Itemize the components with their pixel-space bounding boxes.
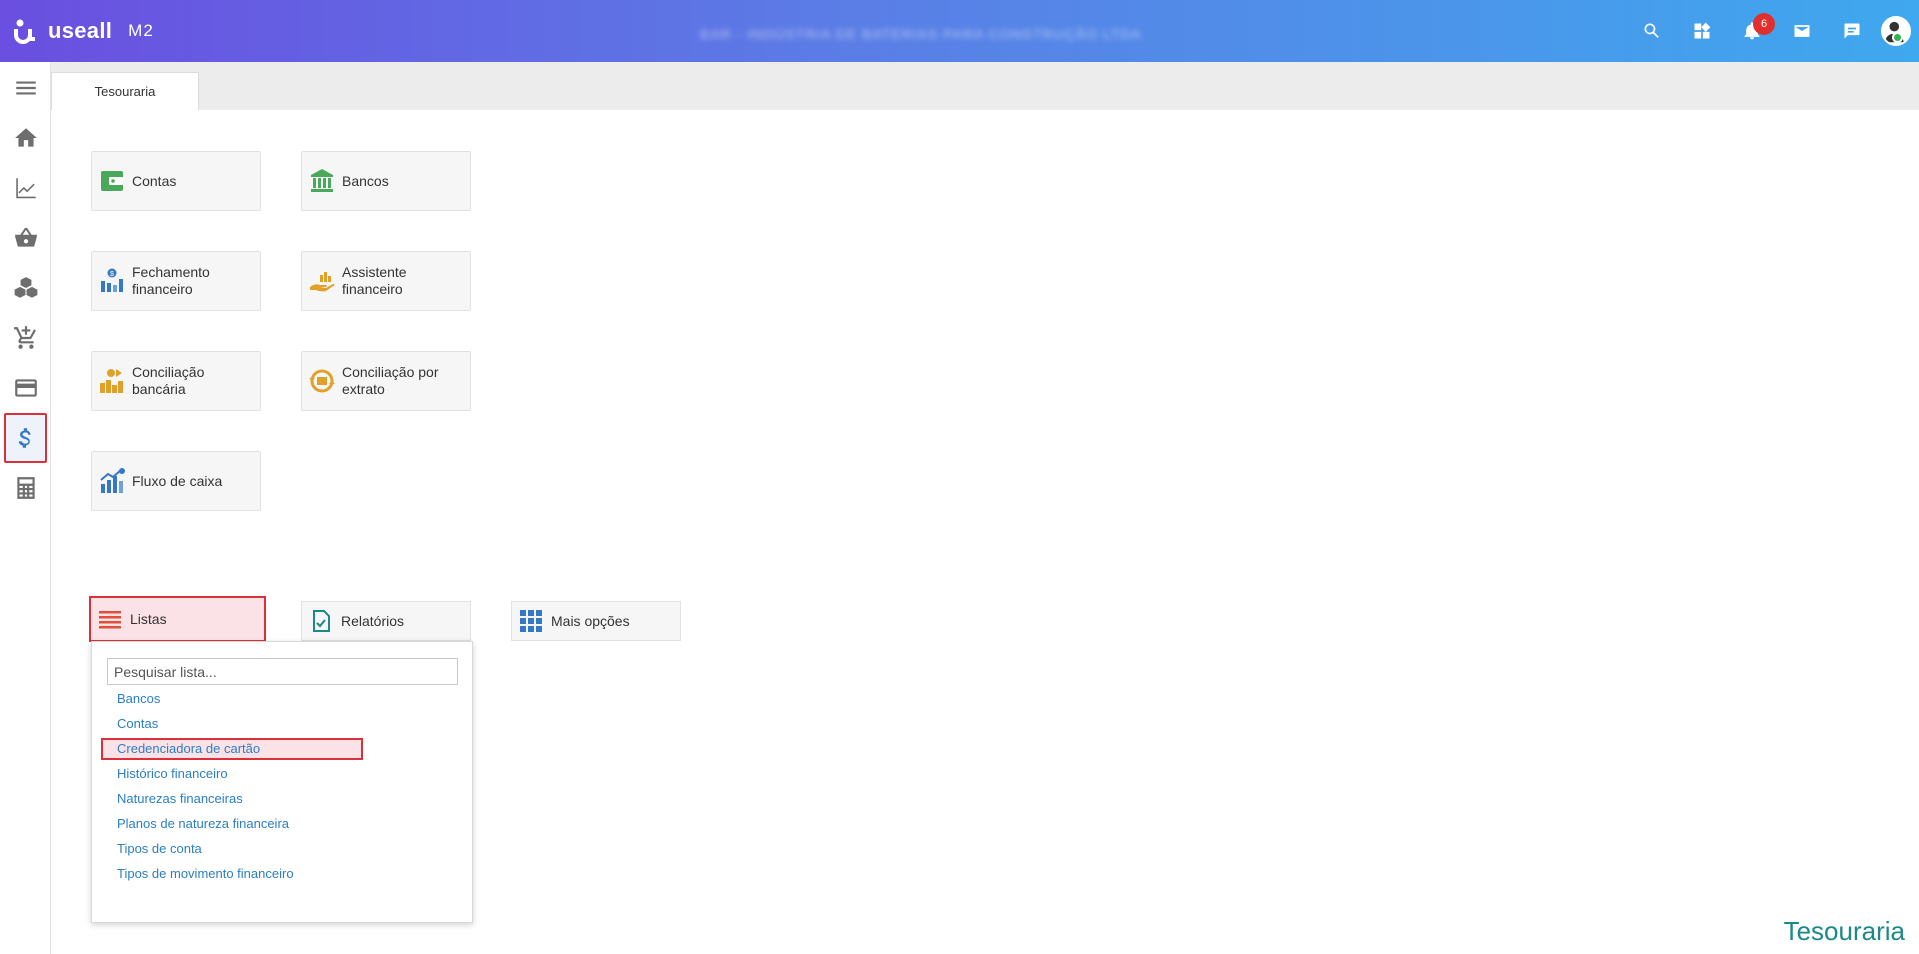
widgets-button[interactable] — [1677, 0, 1727, 62]
mail-icon — [1794, 25, 1810, 37]
tab-strip: Tesouraria — [51, 62, 1919, 110]
chat-button[interactable] — [1827, 0, 1877, 62]
search-button[interactable] — [1627, 0, 1677, 62]
card-icon — [14, 379, 37, 397]
tile-fechamento-financeiro[interactable]: $ Fechamento financeiro — [91, 251, 261, 311]
header-actions: 6 — [1627, 0, 1919, 62]
listas-button[interactable]: Listas — [89, 596, 266, 642]
cash-flow-icon — [100, 468, 125, 493]
sidebar-item-charts[interactable] — [4, 166, 47, 210]
mail-button[interactable] — [1777, 0, 1827, 62]
basket-icon — [14, 227, 37, 247]
tile-conciliacao-bancaria[interactable]: Conciliação bancária — [91, 351, 261, 411]
relatorios-button[interactable]: Relatórios — [301, 601, 471, 641]
sidebar-item-purchases[interactable] — [4, 316, 47, 360]
svg-text:$: $ — [110, 271, 114, 278]
calculator-icon — [16, 477, 35, 499]
report-icon — [313, 610, 330, 632]
list-item-bancos[interactable]: Bancos — [117, 691, 160, 706]
tile-bancos[interactable]: Bancos — [301, 151, 471, 211]
list-item-historico-financeiro[interactable]: Histórico financeiro — [117, 766, 228, 781]
online-status-dot — [1892, 32, 1903, 43]
search-list-input[interactable] — [107, 658, 458, 685]
sidebar-menu-toggle[interactable] — [4, 66, 47, 110]
tile-label: Conciliação por extrato — [342, 364, 439, 397]
tile-label: Conciliação bancária — [132, 364, 205, 397]
wallet-icon — [101, 171, 123, 191]
logo-icon — [14, 19, 35, 44]
chart-icon — [15, 178, 36, 199]
tile-fluxo-de-caixa[interactable]: Fluxo de caixa — [91, 451, 261, 511]
app-logo[interactable]: useall M2 — [14, 18, 154, 44]
notifications-button[interactable]: 6 — [1727, 0, 1777, 62]
button-label: Listas — [130, 611, 167, 627]
module-title: Tesouraria — [1783, 916, 1905, 946]
tile-conciliacao-extrato[interactable]: Conciliação por extrato — [301, 351, 471, 411]
tile-label: Fluxo de caixa — [132, 472, 223, 489]
mais-opcoes-button[interactable]: Mais opções — [511, 601, 681, 641]
widgets-icon — [1694, 22, 1711, 39]
list-item-contas[interactable]: Contas — [117, 716, 158, 731]
list-item-planos-de-natureza-financeira[interactable]: Planos de natureza financeira — [117, 816, 289, 831]
tab-tesouraria[interactable]: Tesouraria — [51, 72, 199, 110]
list-icon — [99, 611, 121, 629]
sidebar-item-stock[interactable] — [4, 266, 47, 310]
top-bar: useall M2 BAR - INDÚSTRIA DE BATERIAS PA… — [0, 0, 1919, 62]
dollar-icon — [18, 428, 31, 448]
financial-closing-icon: $ — [101, 268, 123, 292]
company-name: BAR - INDÚSTRIA DE BATERIAS PARA CONSTRU… — [700, 26, 1142, 42]
sidebar-item-sales[interactable] — [4, 216, 47, 260]
listas-dropdown: Bancos Contas Credenciadora de cartão Hi… — [91, 641, 473, 923]
financial-assistant-icon — [310, 272, 335, 292]
statement-reconciliation-icon — [309, 369, 335, 393]
chat-icon — [1844, 23, 1860, 39]
boxes-icon — [14, 277, 37, 298]
tile-contas[interactable]: Contas — [91, 151, 261, 211]
bank-icon — [311, 169, 333, 192]
list-item-tipos-de-movimento-financeiro[interactable]: Tipos de movimento financeiro — [117, 866, 294, 881]
sidebar — [0, 62, 51, 954]
home-icon — [14, 128, 37, 147]
tile-label: Fechamento financeiro — [132, 264, 210, 297]
list-item-credenciadora-de-cartao[interactable]: Credenciadora de cartão — [101, 738, 363, 760]
notification-badge: 6 — [1753, 13, 1775, 35]
avatar[interactable] — [1881, 16, 1911, 46]
tile-label: Assistente financeiro — [342, 264, 407, 297]
logo-text: useall — [48, 18, 113, 43]
cart-add-icon — [13, 326, 36, 349]
list-item-naturezas-financeiras[interactable]: Naturezas financeiras — [117, 791, 243, 806]
sidebar-item-accounting[interactable] — [4, 466, 47, 510]
list-item-tipos-de-conta[interactable]: Tipos de conta — [117, 841, 202, 856]
tile-label: Contas — [132, 172, 177, 189]
button-label: Relatórios — [341, 613, 405, 629]
logo-suffix: M2 — [128, 21, 154, 40]
tile-label: Bancos — [342, 172, 389, 189]
bank-reconciliation-icon — [100, 369, 123, 393]
tile-assistente-financeiro[interactable]: Assistente financeiro — [301, 251, 471, 311]
button-label: Mais opções — [551, 613, 630, 629]
menu-icon — [15, 81, 36, 95]
grid-icon — [520, 610, 542, 632]
sidebar-item-cards[interactable] — [4, 366, 47, 410]
sidebar-item-treasury[interactable] — [4, 413, 47, 463]
search-icon — [1644, 23, 1659, 38]
sidebar-item-home[interactable] — [4, 116, 47, 160]
